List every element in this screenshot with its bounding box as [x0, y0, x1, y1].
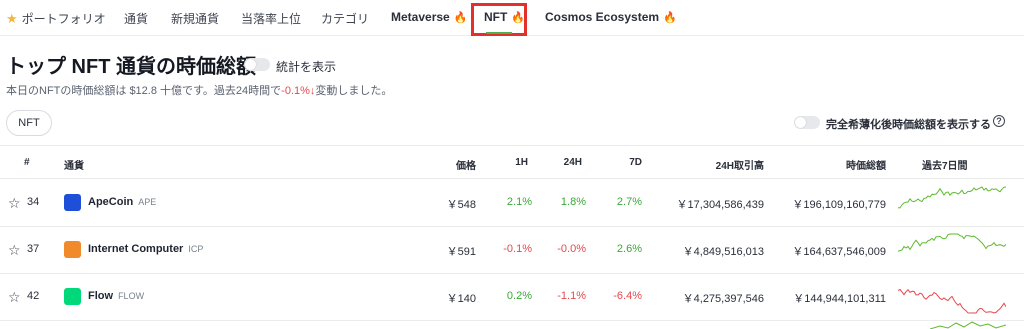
nav-item-label: 通貨 — [124, 12, 149, 26]
nav-item-categories[interactable]: カテゴリ — [321, 10, 369, 27]
coin-logo-icon — [64, 241, 81, 258]
volume-24h: ￥17,304,586,439 — [676, 199, 764, 211]
nav-item-label: カテゴリ — [321, 12, 370, 26]
coin-symbol: APE — [138, 197, 157, 207]
change-24h: 1.8% — [560, 196, 586, 208]
change-24h: -1.1% — [557, 290, 586, 302]
coin-symbol: FLOW — [118, 291, 145, 301]
nav-item-label: 新規通貨 — [171, 12, 220, 26]
table-row[interactable]: ☆ 42 Flow FLOW ￥140 0.2% -1.1% -6.4% ￥4,275,397,… — [0, 274, 1024, 321]
active-tab-underline — [486, 32, 512, 34]
nft-filter-pill[interactable]: NFT — [6, 110, 52, 136]
change-7d: -6.4% — [613, 290, 642, 302]
fdv-toggle-label: 完全希薄化後時価総額を表示する — [826, 119, 991, 131]
market-summary-suffix: 変動しました。 — [315, 85, 393, 97]
coin-name-link[interactable]: ApeCoin APE — [88, 196, 156, 208]
help-icon[interactable]: ? — [993, 115, 1005, 127]
coin-rank: 34 — [27, 196, 40, 208]
coin-logo-icon — [64, 194, 81, 211]
coin-rank: 37 — [27, 243, 40, 255]
column-market-cap[interactable]: 時価総額 — [790, 157, 886, 172]
coin-rank: 42 — [27, 290, 40, 302]
nav-item-label: Cosmos Ecosystem — [545, 10, 660, 24]
volume-24h: ￥4,275,397,546 — [682, 293, 764, 305]
category-nav: ★ ポートフォリオ 通貨 新規通貨 当落率上位 カテゴリ Metaverse 🔥… — [0, 0, 1024, 36]
sparkline-7d — [898, 288, 1006, 314]
nav-item-portfolio[interactable]: ★ ポートフォリオ — [6, 10, 106, 27]
coin-name: Flow — [88, 290, 114, 302]
column-24h-volume[interactable]: 24H取引高 — [660, 157, 764, 172]
column-last-7-days: 過去7日間 — [922, 161, 968, 172]
change-1h: 0.2% — [506, 290, 532, 302]
partial-sparkline — [930, 321, 1006, 329]
table-row[interactable]: ☆ 37 Internet Computer ICP ￥591 -0.1% -0.0% 2.6… — [0, 227, 1024, 274]
volume-24h: ￥4,849,516,013 — [682, 246, 764, 258]
coin-price: ￥140 — [446, 293, 476, 305]
nav-item-cosmos-ecosystem[interactable]: Cosmos Ecosystem 🔥 — [545, 10, 677, 24]
watchlist-star-icon[interactable]: ☆ — [8, 242, 21, 259]
change-1h: -0.1% — [503, 243, 532, 255]
watchlist-star-icon[interactable]: ☆ — [8, 289, 21, 306]
change-24h: -0.0% — [557, 243, 586, 255]
stats-toggle[interactable] — [244, 58, 270, 71]
column-rank[interactable]: # — [24, 157, 30, 168]
coin-logo-icon — [64, 288, 81, 305]
watchlist-star-icon[interactable]: ☆ — [8, 195, 21, 212]
nav-item-label: ポートフォリオ — [21, 12, 106, 26]
column-coin[interactable]: 通貨 — [64, 157, 84, 172]
nav-item-coins[interactable]: 通貨 — [124, 10, 148, 27]
market-cap: ￥164,637,546,009 — [792, 246, 886, 258]
table-row[interactable]: ☆ 34 ApeCoin APE ￥548 2.1% 1.8% 2.7% ￥17,304,586… — [0, 180, 1024, 227]
nav-item-label: Metaverse — [391, 10, 450, 24]
column-1h[interactable]: 1H — [490, 157, 528, 168]
coin-price: ￥548 — [446, 199, 476, 211]
market-cap: ￥196,109,160,779 — [792, 199, 886, 211]
coin-name-link[interactable]: Flow FLOW — [88, 290, 144, 302]
coin-name-link[interactable]: Internet Computer ICP — [88, 243, 203, 255]
nav-item-metaverse[interactable]: Metaverse 🔥 — [391, 10, 467, 24]
column-price[interactable]: 価格 — [420, 157, 476, 172]
column-24h[interactable]: 24H — [540, 157, 582, 168]
fire-icon: 🔥 — [663, 11, 677, 24]
page-title: トップ NFT 通貨の時価総額 — [6, 56, 256, 78]
change-1h: 2.1% — [506, 196, 532, 208]
coin-symbol: ICP — [188, 244, 204, 254]
market-summary-text: 本日のNFTの時価総額は $12.8 十億です。過去24時間で — [6, 85, 282, 97]
coin-price: ￥591 — [446, 246, 476, 258]
coin-name: ApeCoin — [88, 196, 134, 208]
change-7d: 2.6% — [616, 243, 642, 255]
sparkline-7d — [898, 186, 1006, 209]
change-7d: 2.7% — [616, 196, 642, 208]
nav-item-label: 当落率上位 — [241, 12, 302, 26]
nav-item-gainers[interactable]: 当落率上位 — [241, 10, 301, 27]
fire-icon: 🔥 — [453, 11, 468, 24]
stats-toggle-label: 統計を表示 — [276, 60, 337, 74]
coin-name: Internet Computer — [88, 243, 184, 255]
market-change-value: -0.1% — [281, 85, 310, 97]
fdv-toggle[interactable] — [794, 116, 820, 129]
market-cap: ￥144,944,101,311 — [793, 293, 886, 305]
market-summary: 本日のNFTの時価総額は $12.8 十億です。過去24時間で-0.1%↓変動し… — [6, 82, 392, 98]
column-7d[interactable]: 7D — [600, 157, 642, 168]
table-header: # 通貨 価格 1H 24H 7D 24H取引高 時価総額 過去7日間 — [0, 145, 1024, 179]
sparkline-7d — [898, 233, 1006, 252]
star-icon: ★ — [6, 10, 18, 26]
nav-item-new-coins[interactable]: 新規通貨 — [171, 10, 219, 27]
